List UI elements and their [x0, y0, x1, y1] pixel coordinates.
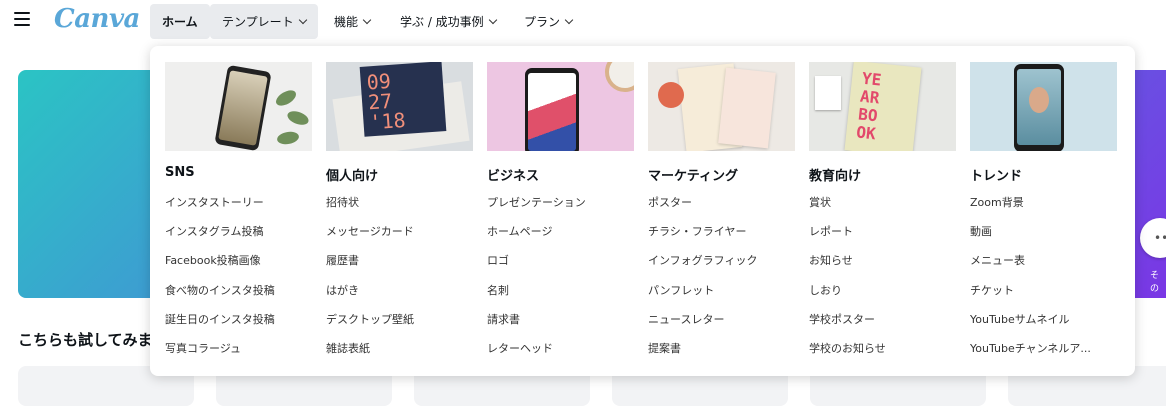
template-link[interactable]: 雑誌表紙 — [326, 339, 473, 368]
template-link[interactable]: レポート — [809, 222, 956, 251]
coffee-cup-image — [605, 62, 634, 92]
hamburger-menu-icon[interactable] — [14, 12, 30, 26]
template-link[interactable]: インスタグラム投稿 — [165, 222, 312, 251]
category-links: 招待状 メッセージカード 履歴書 はがき デスクトップ壁紙 雑誌表紙 — [326, 193, 473, 368]
try-also-section-title: こちらも試してみま — [18, 331, 153, 349]
template-link[interactable]: 提案書 — [648, 339, 795, 368]
template-link[interactable]: パンフレット — [648, 281, 795, 310]
template-link[interactable]: プレゼンテーション — [487, 193, 634, 222]
phone-image — [214, 64, 272, 151]
phone-screen — [1017, 69, 1061, 145]
nav-templates-label: テンプレート — [222, 15, 294, 29]
template-link[interactable]: 学校ポスター — [809, 310, 956, 339]
chevron-down-icon — [488, 15, 497, 24]
category-title[interactable]: トレンド — [970, 165, 1117, 185]
category-title[interactable]: 教育向け — [809, 165, 956, 185]
template-link[interactable]: Facebook投稿画像 — [165, 251, 312, 280]
category-links: ポスター チラシ・フライヤー インフォグラフィック パンフレット ニュースレター… — [648, 193, 795, 368]
nav-home-label: ホーム — [162, 15, 198, 29]
nav-features-label: 機能 — [334, 15, 359, 29]
template-link[interactable]: はがき — [326, 281, 473, 310]
category-links: Zoom背景 動画 メニュー表 チケット YouTubeサムネイル YouTub… — [970, 193, 1117, 368]
templates-dropdown-menu: SNS インスタストーリー インスタグラム投稿 Facebook投稿画像 食べ物… — [150, 46, 1135, 376]
nav-templates[interactable]: テンプレート — [210, 4, 318, 39]
template-link[interactable]: チラシ・フライヤー — [648, 222, 795, 251]
template-link[interactable]: 招待状 — [326, 193, 473, 222]
invitation-card-image: 09 27'18 — [359, 62, 447, 137]
education-thumbnail[interactable]: YE AR BO OK — [809, 62, 956, 151]
phone-image — [525, 68, 579, 151]
leaf-shape — [285, 108, 311, 128]
canva-logo[interactable]: Canva — [54, 4, 140, 34]
template-link[interactable]: 誕生日のインスタ投稿 — [165, 310, 312, 339]
category-links: プレゼンテーション ホームページ ロゴ 名刺 請求書 レターヘッド — [487, 193, 634, 368]
business-thumbnail[interactable] — [487, 62, 634, 151]
marketing-thumbnail[interactable] — [648, 62, 795, 151]
photo-print-image — [815, 76, 841, 110]
leaf-shape — [276, 130, 300, 146]
category-title[interactable]: ビジネス — [487, 165, 634, 185]
top-navigation-bar: Canva ホーム テンプレート 機能 学ぶ / 成功事例 プラン — [0, 0, 1166, 42]
personal-thumbnail[interactable]: 09 27'18 — [326, 62, 473, 151]
face-image — [1029, 87, 1049, 113]
phone-screen — [528, 73, 576, 151]
template-link[interactable]: 学校のお知らせ — [809, 339, 956, 368]
chevron-down-icon — [362, 15, 372, 24]
sns-thumbnail[interactable] — [165, 62, 312, 151]
template-category-marketing: マーケティング ポスター チラシ・フライヤー インフォグラフィック パンフレット… — [648, 62, 795, 368]
template-link[interactable]: チケット — [970, 281, 1117, 310]
template-link[interactable]: デスクトップ壁紙 — [326, 310, 473, 339]
template-category-trend: トレンド Zoom背景 動画 メニュー表 チケット YouTubeサムネイル Y… — [970, 62, 1117, 368]
template-link[interactable]: メニュー表 — [970, 251, 1117, 280]
template-link[interactable]: インスタストーリー — [165, 193, 312, 222]
template-category-sns: SNS インスタストーリー インスタグラム投稿 Facebook投稿画像 食べ物… — [165, 62, 312, 368]
template-link[interactable]: しおり — [809, 281, 956, 310]
template-link[interactable]: 賞状 — [809, 193, 956, 222]
nav-plans-label: プラン — [524, 15, 561, 29]
template-link[interactable]: YouTubeチャンネルア... — [970, 339, 1117, 368]
chevron-down-icon — [298, 15, 307, 24]
template-link[interactable]: ロゴ — [487, 251, 634, 280]
template-link[interactable]: YouTubeサムネイル — [970, 310, 1117, 339]
template-link[interactable]: 写真コラージュ — [165, 339, 312, 368]
yearbook-cover-text: YE AR BO OK — [855, 68, 883, 144]
category-title[interactable]: マーケティング — [648, 165, 795, 185]
template-link[interactable]: Zoom背景 — [970, 193, 1117, 222]
template-link[interactable]: 請求書 — [487, 310, 634, 339]
category-title[interactable]: 個人向け — [326, 165, 473, 185]
template-category-personal: 09 27'18 個人向け 招待状 メッセージカード 履歴書 はがき デスクトップ… — [326, 62, 473, 368]
phone-image — [1014, 64, 1064, 151]
template-link[interactable]: 動画 — [970, 222, 1117, 251]
nav-plans[interactable]: プラン — [512, 4, 584, 39]
template-link[interactable]: 履歴書 — [326, 251, 473, 280]
pizza-image — [658, 82, 684, 108]
more-dots-icon: •• — [1154, 231, 1166, 245]
template-category-business: ビジネス プレゼンテーション ホームページ ロゴ 名刺 請求書 レターヘッド — [487, 62, 634, 368]
phone-screen — [218, 70, 268, 146]
nav-learn-label: 学ぶ / 成功事例 — [400, 15, 484, 29]
nav-features[interactable]: 機能 — [322, 4, 382, 39]
chevron-down-icon — [564, 15, 574, 24]
template-category-education: YE AR BO OK 教育向け 賞状 レポート お知らせ しおり 学校ポスター 学校… — [809, 62, 956, 368]
template-link[interactable]: ホームページ — [487, 222, 634, 251]
template-link[interactable]: 名刺 — [487, 281, 634, 310]
category-links: インスタストーリー インスタグラム投稿 Facebook投稿画像 食べ物のインス… — [165, 193, 312, 368]
category-links: 賞状 レポート お知らせ しおり 学校ポスター 学校のお知らせ — [809, 193, 956, 368]
template-link[interactable]: お知らせ — [809, 251, 956, 280]
leaf-shape — [273, 87, 299, 109]
template-link[interactable]: ポスター — [648, 193, 795, 222]
yearbook-image: YE AR BO OK — [844, 62, 922, 151]
more-button-label: その — [1150, 271, 1160, 294]
template-link[interactable]: 食べ物のインスタ投稿 — [165, 281, 312, 310]
category-title[interactable]: SNS — [165, 165, 312, 185]
trend-thumbnail[interactable] — [970, 62, 1117, 151]
template-link[interactable]: ニュースレター — [648, 310, 795, 339]
template-link[interactable]: インフォグラフィック — [648, 251, 795, 280]
poster-image — [718, 67, 776, 149]
template-link[interactable]: レターヘッド — [487, 339, 634, 368]
template-link[interactable]: メッセージカード — [326, 222, 473, 251]
nav-home[interactable]: ホーム — [150, 4, 210, 39]
nav-learn[interactable]: 学ぶ / 成功事例 — [388, 4, 508, 39]
